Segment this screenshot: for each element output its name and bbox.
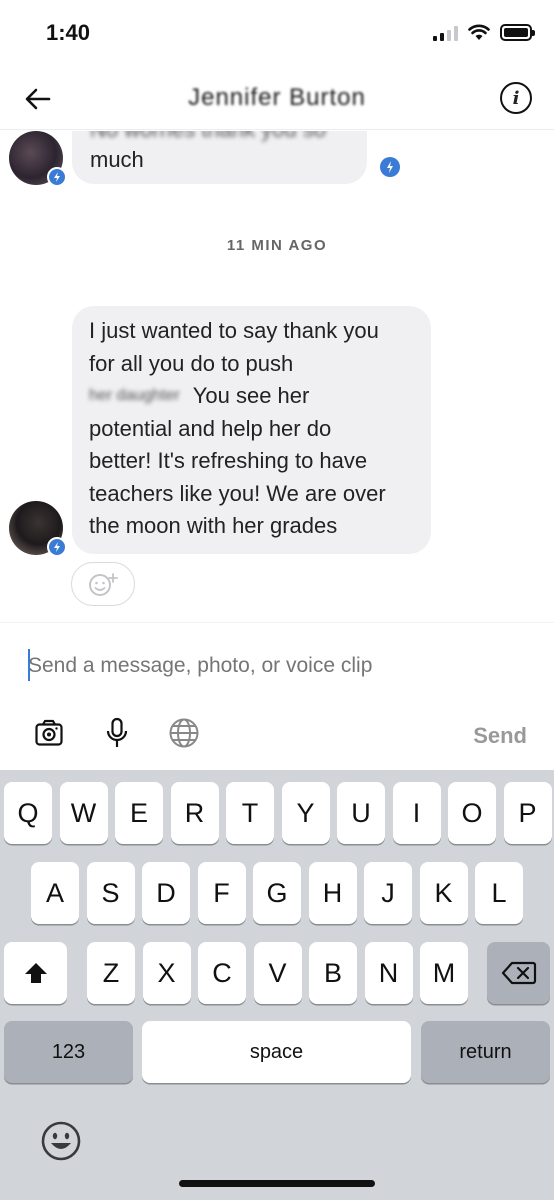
wifi-icon [468, 24, 490, 40]
home-indicator[interactable] [179, 1180, 375, 1187]
info-icon: i [512, 87, 520, 109]
key-w[interactable]: W [59, 782, 108, 844]
microphone-icon [106, 717, 128, 747]
microphone-button[interactable] [99, 715, 135, 751]
key-r[interactable]: R [170, 782, 219, 844]
message-composer: Send [0, 622, 554, 770]
key-h[interactable]: H [308, 862, 357, 924]
backspace-icon [501, 961, 536, 985]
key-i[interactable]: I [392, 782, 441, 844]
status-icons [433, 24, 535, 41]
key-t[interactable]: T [226, 782, 274, 844]
avatar[interactable] [9, 501, 67, 557]
add-reaction-button[interactable] [71, 562, 135, 606]
emoji-keyboard-button[interactable] [40, 1120, 82, 1162]
message-text-line: teachers like you! We are over [89, 480, 386, 506]
message-text-line: for all you do to push [89, 350, 294, 376]
backspace-key[interactable] [487, 942, 550, 1004]
keyboard: Q W E R T Y U I O P A S D F G H J K L Z X C V B N M 123 space return [0, 770, 554, 1200]
globe-icon [169, 718, 199, 748]
time-separator: 11 MIN AGO [226, 237, 328, 254]
battery-icon [500, 24, 535, 41]
message-text-line: better! It's refreshing to have [89, 448, 368, 473]
key-z[interactable]: Z [87, 942, 135, 1004]
text-cursor [28, 649, 30, 681]
key-f[interactable]: F [197, 862, 246, 924]
contact-name-wrap[interactable]: Jennifer Burton [0, 84, 554, 112]
lightning-icon [47, 537, 67, 557]
key-k[interactable]: K [419, 862, 468, 924]
key-o[interactable]: O [448, 782, 496, 844]
key-c[interactable]: C [198, 942, 246, 1004]
info-button[interactable]: i [500, 82, 532, 114]
status-time: 1:40 [46, 20, 91, 45]
redacted-name: her daughter [89, 387, 180, 404]
chat-header: Jennifer Burton i [0, 68, 554, 177]
camera-button[interactable] [31, 715, 67, 751]
key-a[interactable]: A [31, 862, 79, 924]
signal-icon [433, 25, 458, 41]
lightning-icon [47, 167, 67, 187]
message-bubble[interactable]: I just wanted to say thank you for all y… [72, 306, 431, 554]
message-text-fragment: You see her [192, 383, 310, 408]
key-n[interactable]: N [364, 942, 413, 1004]
return-key[interactable]: return [421, 1021, 550, 1083]
key-j[interactable]: J [364, 862, 412, 924]
key-v[interactable]: V [253, 942, 302, 1004]
emoji-icon [41, 1121, 81, 1161]
numbers-key[interactable]: 123 [4, 1021, 133, 1083]
message-text-line: I just wanted to say thank you [89, 318, 379, 343]
globe-button[interactable] [166, 715, 202, 751]
key-b[interactable]: B [309, 942, 357, 1004]
key-s[interactable]: S [86, 862, 135, 924]
key-x[interactable]: X [142, 942, 191, 1004]
key-e[interactable]: E [115, 782, 163, 844]
send-button[interactable]: Send [473, 723, 527, 749]
key-y[interactable]: Y [281, 782, 330, 844]
key-q[interactable]: Q [4, 782, 52, 844]
message-text-line: much [90, 147, 144, 172]
message-text-line: the moon with her grades [89, 513, 338, 538]
key-p[interactable]: P [503, 782, 552, 844]
key-m[interactable]: M [420, 942, 468, 1004]
space-key[interactable]: space [142, 1021, 411, 1083]
message-text-line: her daughter You see her [89, 380, 414, 413]
avatar[interactable] [9, 131, 67, 187]
key-g[interactable]: G [253, 862, 301, 924]
shift-key[interactable] [4, 942, 67, 1004]
message-list[interactable]: No worries thank you so much 11 MIN AGO … [0, 131, 554, 622]
contact-name: Jennifer Burton [188, 84, 366, 111]
key-l[interactable]: L [475, 862, 523, 924]
key-d[interactable]: D [142, 862, 190, 924]
camera-icon [35, 719, 63, 746]
emoji-add-icon [89, 573, 118, 596]
message-bubble[interactable]: No worries thank you so much [72, 131, 367, 184]
message-text-line: potential and help her do [89, 415, 332, 441]
status-bar: 1:40 [0, 0, 554, 68]
message-input[interactable] [28, 647, 528, 685]
message-text-line: No worries thank you so [90, 131, 349, 145]
shift-icon [24, 963, 47, 983]
key-u[interactable]: U [337, 782, 385, 844]
